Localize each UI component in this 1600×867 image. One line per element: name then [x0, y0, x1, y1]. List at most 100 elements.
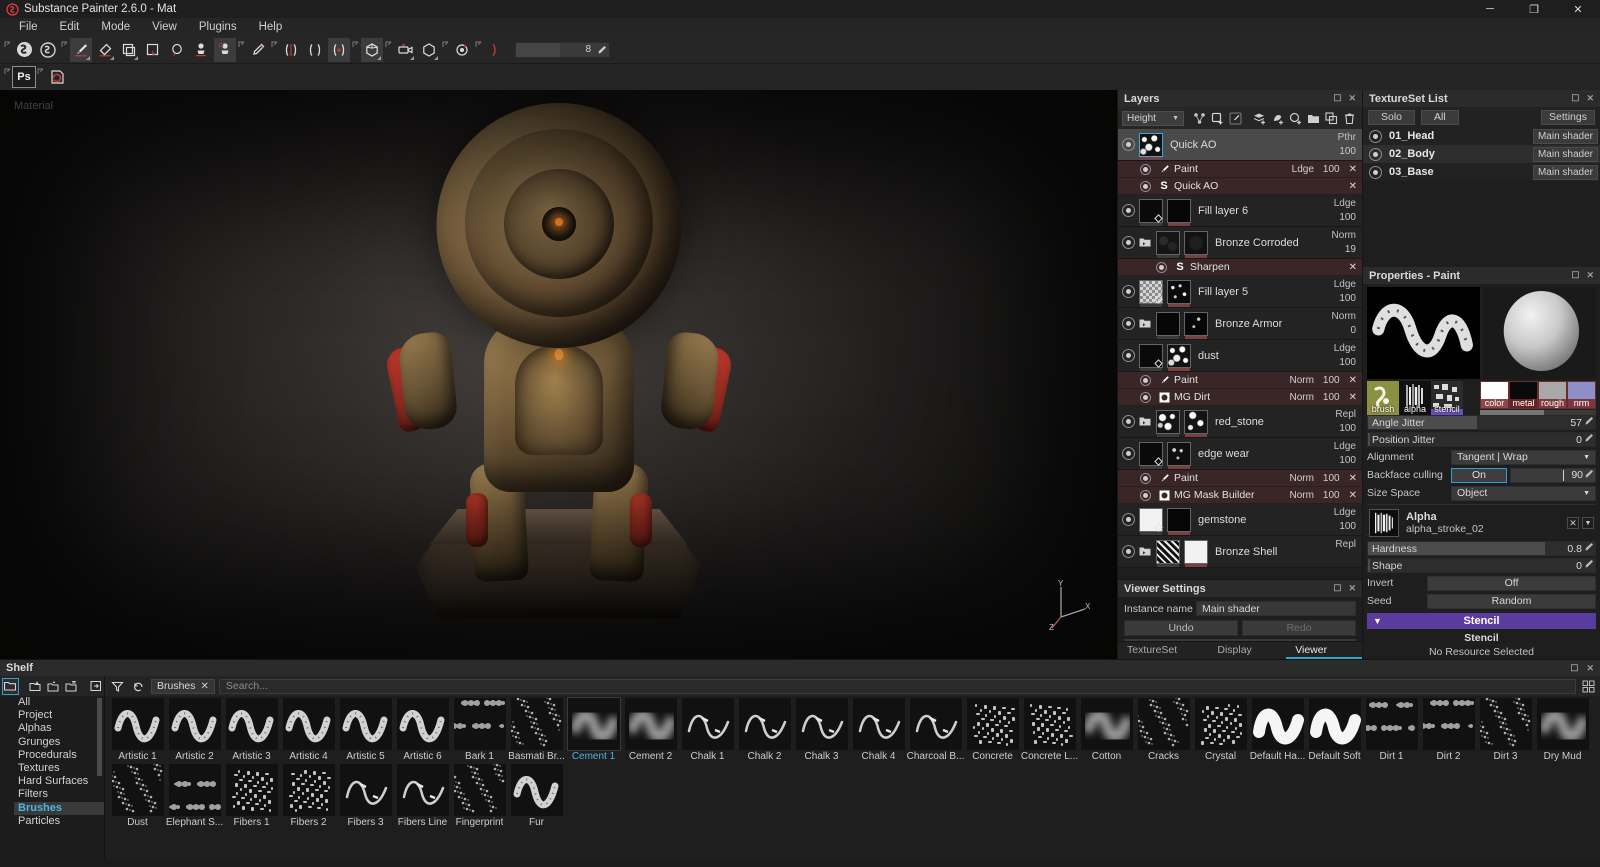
new-folder-icon[interactable]: [45, 678, 62, 695]
layer-thumbnail[interactable]: [1184, 409, 1208, 437]
layer-thumbnail[interactable]: [1139, 279, 1163, 307]
popout-icon[interactable]: [60, 38, 69, 62]
shelf-asset[interactable]: Charcoal B...: [907, 698, 964, 762]
close-icon[interactable]: ✕: [1349, 375, 1357, 386]
folder-icon[interactable]: [1138, 546, 1152, 557]
shelf-category-all[interactable]: All: [14, 696, 104, 709]
effect-opacity[interactable]: 100: [1323, 473, 1340, 484]
layer-row[interactable]: Bronze Shell Repl: [1118, 536, 1362, 568]
paint-effect-icon[interactable]: [1227, 110, 1244, 127]
property-slider[interactable]: Angle Jitter 57: [1367, 415, 1596, 430]
shelf-asset[interactable]: Cement 2: [623, 698, 678, 762]
layer-thumbnail[interactable]: [1156, 311, 1180, 339]
reset-icon[interactable]: [130, 678, 147, 695]
import-icon[interactable]: [27, 678, 44, 695]
layer-thumbnail[interactable]: [1139, 132, 1163, 160]
shelf-asset[interactable]: Dirt 2: [1421, 698, 1476, 762]
layer-opacity[interactable]: 100: [1338, 145, 1356, 159]
menu-mode[interactable]: Mode: [90, 18, 141, 36]
material-picker-icon[interactable]: [247, 38, 269, 62]
layer-thumbnail[interactable]: [1167, 279, 1191, 307]
layer-row[interactable]: dust Ldge 100: [1118, 340, 1362, 372]
channel-color-swatch[interactable]: color: [1480, 381, 1509, 409]
shelf-category-textures[interactable]: Textures: [14, 762, 104, 775]
layer-list[interactable]: Quick AO Pthr 100 Paint Ldge 100 ✕ S Quick AO ✕ Fi…: [1118, 129, 1362, 579]
textureset-shader[interactable]: Main shader: [1532, 146, 1598, 162]
popout-icon[interactable]: [474, 38, 483, 62]
layer-opacity[interactable]: 100: [1334, 454, 1356, 468]
layer-visibility-toggle[interactable]: [1122, 545, 1135, 558]
close-icon[interactable]: ✕: [1349, 392, 1357, 403]
layer-thumbnail[interactable]: [1156, 230, 1180, 258]
substance-logo-icon[interactable]: [13, 38, 35, 62]
layer-visibility-toggle[interactable]: [1122, 285, 1135, 298]
property-combo[interactable]: Tangent | Wrap ▼: [1451, 449, 1596, 465]
textureset-visibility-toggle[interactable]: [1369, 147, 1382, 161]
layer-thumbnail[interactable]: [1167, 507, 1191, 535]
shelf-asset[interactable]: Fibers 3: [338, 764, 393, 828]
shelf-asset[interactable]: Crystal: [1193, 698, 1248, 762]
shelf-asset[interactable]: Concrete: [965, 698, 1020, 762]
edit-pen-icon[interactable]: [1584, 433, 1594, 446]
shelf-category-alphas[interactable]: Alphas: [14, 722, 104, 735]
tab-display-settings[interactable]: Display Settings: [1208, 641, 1286, 659]
layer-opacity[interactable]: 100: [1334, 520, 1356, 534]
shelf-asset[interactable]: Artistic 4: [281, 698, 336, 762]
shelf-asset[interactable]: Default Soft: [1307, 698, 1362, 762]
layer-blend-mode[interactable]: Repl: [1335, 409, 1356, 420]
textureset-shader[interactable]: Main shader: [1532, 128, 1598, 144]
layer-row[interactable]: Bronze Armor Norm 0: [1118, 308, 1362, 340]
undock-icon[interactable]: ☐: [1571, 270, 1579, 281]
effect-visibility-toggle[interactable]: [1140, 489, 1151, 501]
effect-blend-mode[interactable]: Norm: [1289, 473, 1313, 484]
export-icon[interactable]: [87, 678, 104, 695]
layer-visibility-toggle[interactable]: [1122, 415, 1135, 428]
viewport-camera-icon[interactable]: [451, 38, 473, 62]
delete-layer-icon[interactable]: [1341, 110, 1358, 127]
shelf-asset[interactable]: Dirt 3: [1478, 698, 1533, 762]
popout-icon[interactable]: [237, 38, 246, 62]
menu-view[interactable]: View: [141, 18, 188, 36]
clone-stamp-icon[interactable]: [190, 38, 212, 62]
shelf-asset[interactable]: Artistic 1: [110, 698, 165, 762]
layer-visibility-toggle[interactable]: [1122, 513, 1135, 526]
axis-gizmo[interactable]: Y X Z: [1049, 579, 1091, 631]
close-icon[interactable]: ✕: [1349, 490, 1357, 501]
layer-blend-mode[interactable]: Ldge: [1334, 507, 1356, 518]
edit-pen-icon[interactable]: [1584, 469, 1594, 482]
shelf-asset[interactable]: Artistic 5: [338, 698, 393, 762]
alpha-resource[interactable]: alpha: [1399, 381, 1431, 415]
layer-visibility-toggle[interactable]: [1122, 204, 1135, 217]
channel-rough-swatch[interactable]: rough: [1538, 381, 1567, 409]
edit-pen-icon[interactable]: [1584, 559, 1594, 572]
add-generator-icon[interactable]: [1287, 110, 1304, 127]
layer-effect-row[interactable]: MG Mask Builder Norm 100 ✕: [1118, 487, 1362, 504]
textureset-item[interactable]: 02_Body Main shader: [1363, 145, 1600, 163]
instance-name-value[interactable]: Main shader: [1196, 601, 1356, 616]
menu-help[interactable]: Help: [248, 18, 294, 36]
folder-icon[interactable]: [1138, 416, 1152, 427]
stencil-value[interactable]: No Resource Selected: [1367, 645, 1596, 659]
popout-icon[interactable]: [3, 38, 12, 62]
property-combo[interactable]: Random: [1427, 593, 1596, 609]
layer-opacity[interactable]: 100: [1334, 292, 1356, 306]
minimize-button[interactable]: ─: [1468, 0, 1512, 18]
shelf-asset[interactable]: Fingerprint: [452, 764, 507, 828]
effect-opacity[interactable]: 100: [1323, 164, 1340, 175]
close-icon[interactable]: ✕: [1586, 270, 1594, 281]
layer-row[interactable]: Bronze Corroded Norm 19: [1118, 227, 1362, 259]
effect-visibility-toggle[interactable]: [1140, 391, 1151, 403]
shelf-asset[interactable]: Cement 1: [566, 697, 621, 762]
shelf-asset[interactable]: Artistic 3: [224, 698, 279, 762]
undock-icon[interactable]: ☐: [1333, 93, 1341, 104]
effect-visibility-toggle[interactable]: [1156, 261, 1167, 273]
layer-opacity[interactable]: 0: [1332, 324, 1356, 338]
symmetry-icon[interactable]: [280, 38, 302, 62]
add-folder-icon[interactable]: [1305, 110, 1322, 127]
property-toggle-slider[interactable]: 90: [1510, 467, 1596, 483]
eraser-icon[interactable]: [94, 38, 116, 62]
layer-thumbnail[interactable]: [1167, 441, 1191, 469]
camera-icon[interactable]: [394, 38, 416, 62]
settings-list-icon[interactable]: [62, 678, 79, 695]
shelf-asset[interactable]: Fur: [509, 764, 564, 828]
